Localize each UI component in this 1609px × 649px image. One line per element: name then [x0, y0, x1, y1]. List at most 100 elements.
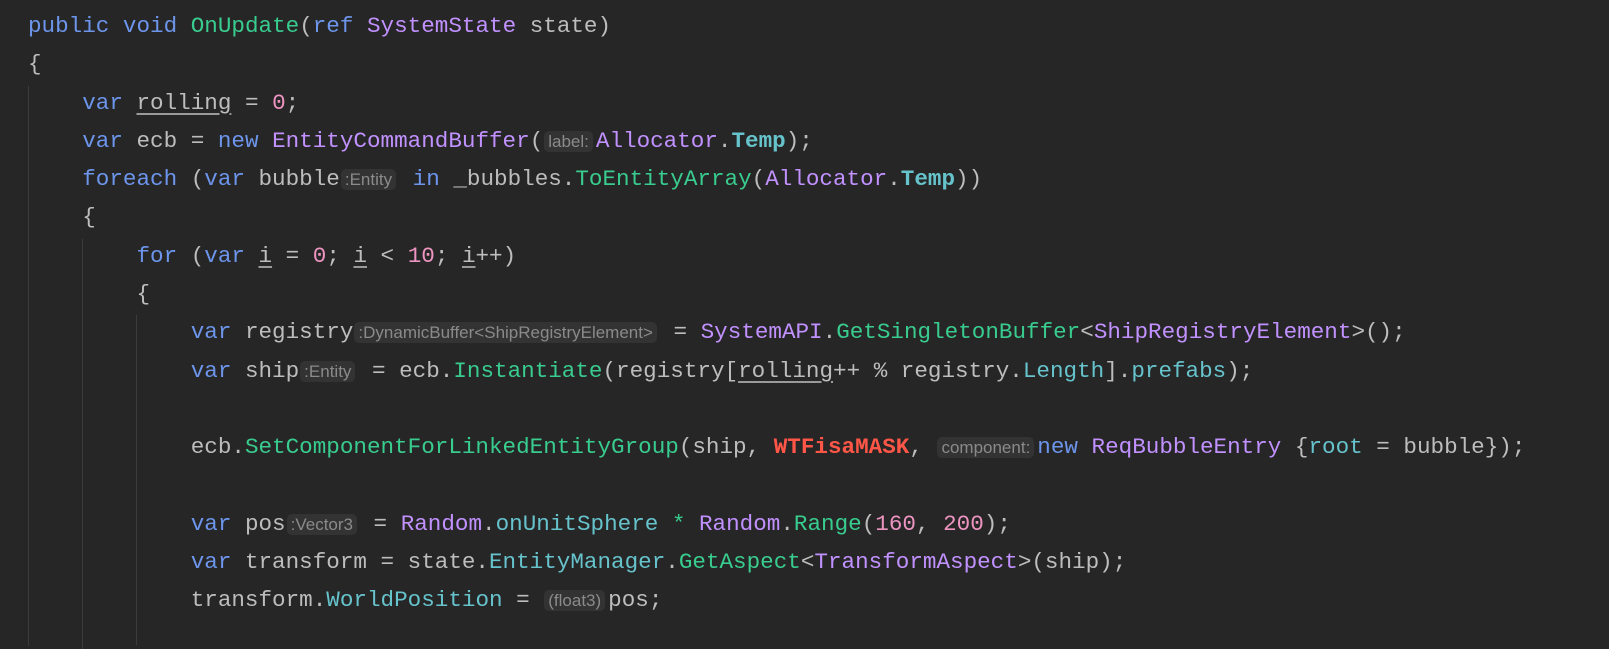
- code-line[interactable]: var rolling = 0;: [28, 84, 1525, 122]
- code-line[interactable]: var ship:Entity = ecb.Instantiate(regist…: [28, 352, 1525, 390]
- keyword: in: [399, 166, 454, 193]
- code-text: .: [482, 510, 496, 537]
- inlay-hint: :DynamicBuffer<ShipRegistryElement>: [354, 322, 657, 344]
- inlay-hint: label:: [544, 130, 593, 152]
- code-text: >();: [1351, 319, 1406, 346]
- type-name: Allocator: [595, 127, 718, 154]
- code-text: <: [367, 242, 408, 269]
- method-name: GetAspect: [678, 549, 801, 576]
- code-text: .: [822, 319, 837, 346]
- method-name: SetComponentForLinkedEntityGroup: [244, 434, 679, 461]
- method-name: Instantiate: [453, 357, 603, 384]
- inlay-hint: (float3): [544, 590, 606, 612]
- keyword: var: [204, 242, 259, 269]
- code-text: (: [861, 510, 876, 537]
- code-line[interactable]: for (var i = 0; i < 10; i++): [28, 237, 1525, 275]
- type-name: SystemAPI: [700, 319, 823, 346]
- code-text: .: [887, 166, 901, 193]
- number-literal: 10: [407, 242, 435, 269]
- mutable-variable: i: [258, 242, 273, 269]
- code-line[interactable]: [28, 390, 1525, 428]
- keyword: var: [82, 89, 137, 116]
- keyword: foreach: [82, 166, 191, 193]
- code-text: .: [665, 549, 679, 576]
- code-line[interactable]: {: [28, 198, 1525, 236]
- code-line[interactable]: transform.WorldPosition = (float3) pos;: [28, 581, 1525, 619]
- method-name: ToEntityArray: [575, 166, 752, 193]
- code-line[interactable]: foreach (var bubble:Entity in _bubbles.T…: [28, 160, 1525, 198]
- member-name: Length: [1022, 357, 1105, 384]
- code-line[interactable]: var registry:DynamicBuffer<ShipRegistryE…: [28, 313, 1525, 351]
- mutable-variable: rolling: [136, 89, 232, 116]
- code-text: .: [717, 127, 732, 154]
- code-text: <: [1080, 319, 1094, 346]
- code-line[interactable]: public void OnUpdate(ref SystemState sta…: [28, 7, 1525, 45]
- code-text: pos;: [608, 587, 663, 614]
- mutable-variable: rolling: [738, 357, 834, 384]
- code-text: pos: [244, 510, 286, 537]
- type-name: Random: [699, 510, 781, 537]
- code-line[interactable]: [28, 467, 1525, 505]
- code-text: >(ship);: [1017, 549, 1127, 576]
- member-name: WorldPosition: [326, 587, 503, 614]
- code-text: _bubbles.: [453, 166, 576, 193]
- code-text: );: [785, 127, 813, 154]
- code-text: bubble: [258, 166, 340, 193]
- code-text: transform = state.: [244, 549, 489, 576]
- member-name: prefabs: [1131, 357, 1227, 384]
- number-literal: 0: [272, 89, 286, 116]
- type-name: EntityCommandBuffer: [272, 127, 530, 154]
- code-line[interactable]: {: [28, 45, 1525, 83]
- keyword: void: [122, 13, 191, 39]
- member-name: EntityManager: [489, 549, 666, 576]
- mutable-variable: i: [353, 242, 367, 269]
- mutable-variable: i: [461, 242, 476, 269]
- code-editor[interactable]: public void OnUpdate(ref SystemState sta…: [28, 7, 1525, 620]
- code-text: ,: [915, 510, 944, 537]
- code-text: (: [751, 166, 766, 193]
- code-text: {: [82, 204, 96, 231]
- code-text: ].: [1104, 357, 1132, 384]
- code-text: (ship,: [678, 434, 774, 461]
- keyword: var: [190, 510, 245, 537]
- code-line[interactable]: var transform = state.EntityManager.GetA…: [28, 543, 1525, 581]
- code-text: (: [190, 242, 205, 269]
- code-text: =: [659, 319, 701, 346]
- code-text: )): [955, 166, 983, 193]
- keyword: var: [204, 166, 259, 193]
- code-text: {: [136, 281, 151, 308]
- code-text: registry: [244, 319, 354, 346]
- inlay-hint: :Entity: [340, 169, 397, 191]
- type-name: Random: [400, 510, 483, 537]
- code-line[interactable]: var ecb = new EntityCommandBuffer(label:…: [28, 122, 1525, 160]
- method-name: GetSingletonBuffer: [836, 319, 1081, 346]
- inlay-hint: component:: [937, 437, 1035, 459]
- member-name: Temp: [900, 166, 956, 193]
- code-text: (registry[: [602, 357, 739, 384]
- operator: *: [658, 510, 699, 537]
- type-name: SystemState: [366, 13, 517, 39]
- code-text: {: [1281, 434, 1309, 461]
- inlay-hint: :Vector3: [286, 513, 357, 535]
- type-name: TransformAspect: [814, 549, 1018, 576]
- code-text: transform.: [190, 587, 327, 614]
- code-text: );: [983, 510, 1011, 537]
- code-line[interactable]: ecb.SetComponentForLinkedEntityGroup(shi…: [28, 428, 1526, 466]
- code-line[interactable]: var pos:Vector3 = Random.onUnitSphere * …: [28, 505, 1525, 543]
- number-literal: 0: [312, 242, 327, 269]
- code-text: (: [299, 13, 313, 39]
- code-line[interactable]: {: [28, 275, 1525, 313]
- keyword: var: [190, 549, 245, 576]
- code-text: ecb =: [136, 127, 218, 154]
- code-text: ;: [285, 89, 300, 116]
